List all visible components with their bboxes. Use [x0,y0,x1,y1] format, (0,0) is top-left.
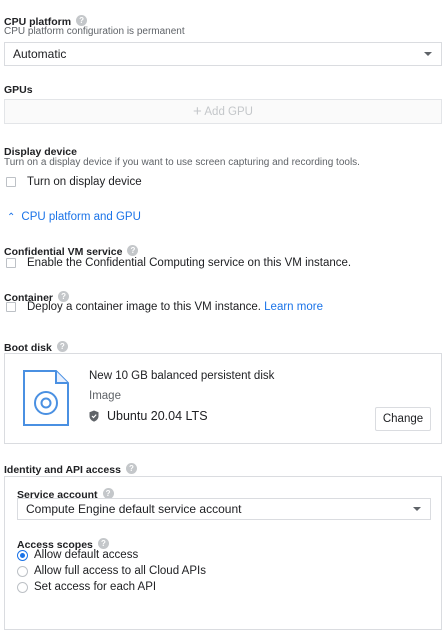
chevron-down-icon [413,507,421,511]
service-account-value: Compute Engine default service account [26,502,242,516]
boot-disk-image: Ubuntu 20.04 LTS [89,409,208,423]
service-account-select[interactable]: Compute Engine default service account [17,498,431,520]
confidential-vm-row[interactable]: Enable the Confidential Computing servic… [6,257,351,269]
scope-label: Allow default access [34,549,139,561]
chevron-up-icon: ⌃ [7,212,16,223]
cpu-platform-gpu-toggle-label: CPU platform and GPU [21,211,141,223]
cpu-platform-select[interactable]: Automatic [4,42,442,66]
learn-more-link[interactable]: Learn more [264,301,323,313]
container-label: Deploy a container image to this VM inst… [27,301,261,313]
add-gpu-label: Add GPU [204,106,253,118]
change-button[interactable]: Change [375,407,431,431]
help-icon[interactable]: ? [56,341,68,353]
identity-card: Service account? Compute Engine default … [4,476,442,630]
scope-radio-selected[interactable] [17,549,28,561]
disk-icon [23,370,69,426]
scope-option-default[interactable]: Allow default access [17,547,206,563]
gpus-title: GPUs [4,84,33,96]
scope-label: Set access for each API [34,581,157,593]
display-device-row[interactable]: Turn on display device [6,176,142,188]
boot-disk-name: New 10 GB balanced persistent disk [89,370,275,382]
shield-icon [89,410,99,422]
help-icon[interactable]: ? [76,15,88,27]
display-device-subtitle: Turn on a display device if you want to … [4,157,360,168]
access-scopes-group: Allow default access Allow full access t… [17,547,206,595]
display-device-label: Turn on display device [27,176,142,188]
cpu-platform-gpu-toggle[interactable]: ⌃ CPU platform and GPU [7,211,141,223]
cpu-platform-subtitle: CPU platform configuration is permanent [4,26,185,37]
help-icon[interactable]: ? [125,463,137,475]
plus-icon: + [193,103,202,120]
cpu-platform-selected: Automatic [13,47,67,61]
boot-disk-image-name: Ubuntu 20.04 LTS [107,409,208,423]
boot-disk-image-label: Image [89,390,121,402]
help-icon[interactable]: ? [127,245,139,257]
identity-title: Identity and API access [4,464,121,476]
add-gpu-button[interactable]: + Add GPU [4,99,442,124]
boot-disk-card: New 10 GB balanced persistent disk Image… [4,353,442,444]
display-device-checkbox[interactable] [6,177,16,187]
scope-option-full[interactable]: Allow full access to all Cloud APIs [17,563,206,579]
chevron-down-icon [424,52,432,56]
scope-radio[interactable] [17,565,28,577]
scope-label: Allow full access to all Cloud APIs [34,565,206,577]
container-checkbox[interactable] [6,302,16,312]
container-row[interactable]: Deploy a container image to this VM inst… [6,301,323,313]
scope-option-each[interactable]: Set access for each API [17,579,206,595]
confidential-vm-checkbox[interactable] [6,258,16,268]
confidential-vm-label: Enable the Confidential Computing servic… [27,257,352,269]
scope-radio[interactable] [17,581,28,593]
